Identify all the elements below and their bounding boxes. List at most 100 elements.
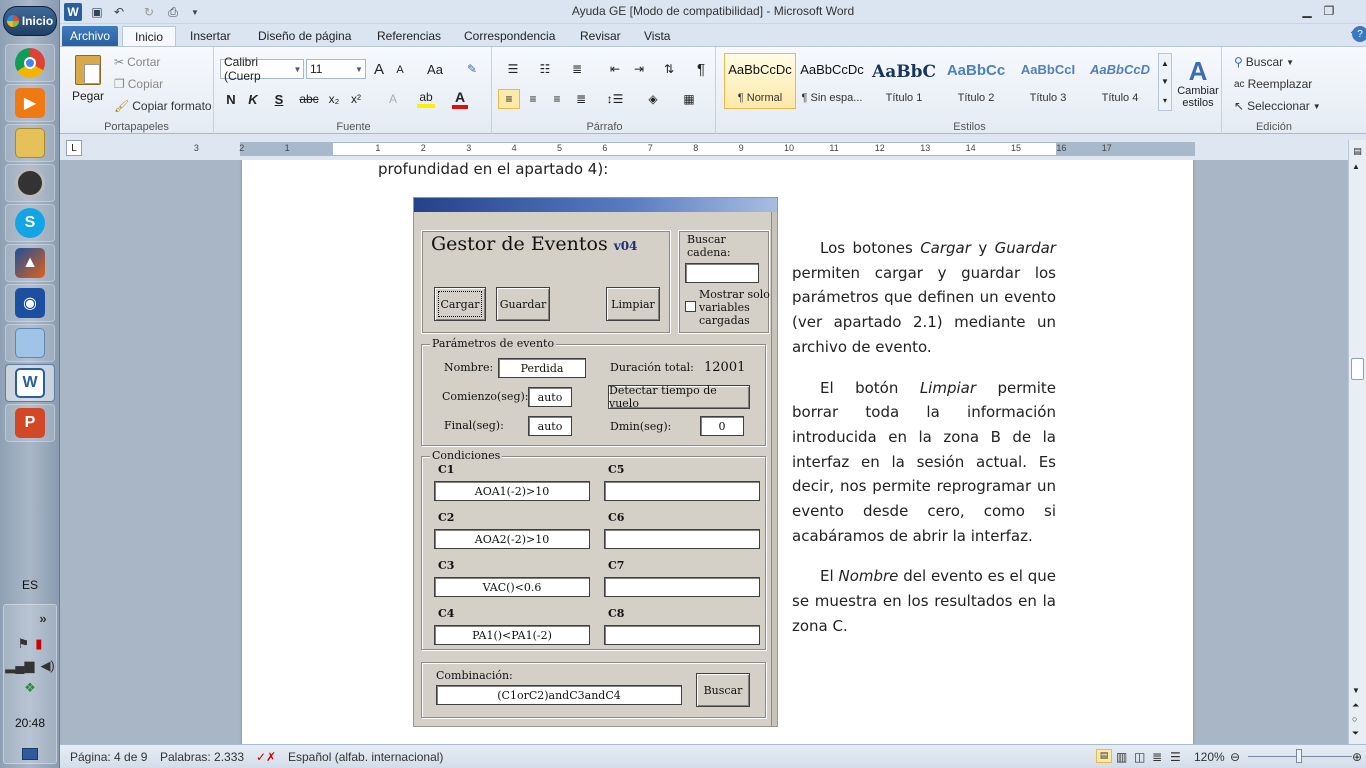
subscript-button[interactable]: x₂ <box>324 89 344 109</box>
dmin-input[interactable]: 0 <box>700 416 744 436</box>
numbering-button[interactable]: ☷ <box>530 59 560 79</box>
condition-input[interactable]: AOA1(-2)>10 <box>434 481 590 501</box>
condition-input[interactable] <box>604 529 760 549</box>
page-count[interactable]: Página: 4 de 9 <box>70 750 147 764</box>
style-no-spacing[interactable]: AaBbCcDc ¶ Sin espa... <box>796 53 868 109</box>
sort-button[interactable]: ⇅ <box>658 59 680 79</box>
condition-input[interactable]: VAC()<0.6 <box>434 577 590 597</box>
strikethrough-button[interactable]: abc <box>296 89 322 109</box>
borders-button[interactable]: ▦ <box>674 89 704 109</box>
superscript-button[interactable]: x² <box>346 89 366 109</box>
language-status[interactable]: Español (alfab. internacional) <box>288 750 443 764</box>
taskbar-notes[interactable] <box>5 324 55 362</box>
text-effects-button[interactable]: A <box>380 89 406 109</box>
restore-icon[interactable]: ❐ <box>1318 2 1340 20</box>
line-spacing-button[interactable]: ↕☰ <box>600 89 630 109</box>
italic-button[interactable]: K <box>244 89 262 109</box>
style-heading-3[interactable]: AaBbCcI Título 3 <box>1012 53 1084 109</box>
scroll-down-icon[interactable]: ▼ <box>1352 686 1360 695</box>
shading-button[interactable]: ◈ <box>638 89 668 109</box>
zoom-out-icon[interactable]: ⊖ <box>1230 750 1240 764</box>
show-desktop-icon[interactable] <box>22 748 38 760</box>
guardar-button[interactable]: Guardar <box>496 287 550 321</box>
justify-button[interactable]: ≣ <box>570 89 592 109</box>
zoom-in-icon[interactable]: ⊕ <box>1352 750 1362 764</box>
condition-input[interactable] <box>604 481 760 501</box>
multilevel-list-button[interactable]: ≣ <box>562 59 592 79</box>
taskbar-chrome[interactable] <box>5 44 55 82</box>
vertical-scrollbar[interactable]: ▤ ▲ ▼ ⏶ ○ ⏷ <box>1348 140 1366 744</box>
replace-button[interactable]: ac Reemplazar <box>1234 77 1312 91</box>
condition-input[interactable] <box>604 577 760 597</box>
taskbar-explorer[interactable] <box>5 124 55 162</box>
align-center-button[interactable]: ≡ <box>522 89 544 109</box>
network-icon[interactable]: ▂▄▆ <box>5 658 34 674</box>
bullets-button[interactable]: ☰ <box>498 59 528 79</box>
next-page-icon[interactable]: ⏷ <box>1352 728 1359 739</box>
taskbar-app-round[interactable] <box>5 164 55 202</box>
cargar-button[interactable]: Cargar <box>434 287 486 321</box>
search-input[interactable] <box>685 263 759 283</box>
clear-formatting-button[interactable]: ✎ <box>462 59 482 79</box>
condition-input[interactable]: AOA2(-2)>10 <box>434 529 590 549</box>
name-input[interactable]: Perdida <box>498 358 586 378</box>
tray-expand-button[interactable]: » <box>39 611 46 626</box>
font-family-combo[interactable]: Calibri (Cuerp ▼ <box>220 55 304 83</box>
grow-font-button[interactable]: A <box>370 60 388 78</box>
paste-button[interactable]: Pegar <box>68 51 108 107</box>
print-layout-view-icon[interactable]: ▤ <box>1096 749 1112 763</box>
underline-button[interactable]: S <box>266 89 292 109</box>
start-input[interactable]: auto <box>528 387 572 407</box>
end-input[interactable]: auto <box>528 416 572 436</box>
condition-input[interactable]: PA1()<PA1(-2) <box>434 625 590 645</box>
tab-vista[interactable]: Vista <box>638 26 676 46</box>
font-size-combo[interactable]: 11 ▼ <box>306 59 366 79</box>
style-heading-2[interactable]: AaBbCc Título 2 <box>940 53 1012 109</box>
show-marks-button[interactable]: ¶ <box>690 59 712 79</box>
format-painter-button[interactable]: 🖌 Copiar formato <box>114 99 212 113</box>
taskbar-word[interactable]: W <box>5 364 55 402</box>
clock[interactable]: 20:48 <box>0 716 60 730</box>
start-button[interactable]: Inicio <box>3 6 57 36</box>
styles-gallery-scroll[interactable]: ▲ ▼ ▾ <box>1158 53 1172 111</box>
taskbar-matlab[interactable]: ▲ <box>5 244 55 282</box>
power-icon[interactable]: ▮ <box>35 636 42 652</box>
buscar-button[interactable]: Buscar <box>696 673 750 707</box>
draft-view-icon[interactable]: ☰ <box>1170 750 1181 764</box>
flag-icon[interactable]: ⚑ <box>18 636 30 652</box>
style-heading-4[interactable]: AaBbCcD Título 4 <box>1084 53 1156 109</box>
tab-insertar[interactable]: Insertar <box>184 26 237 46</box>
taskbar-windows-media-center[interactable]: ◉ <box>5 284 55 322</box>
document-page[interactable]: profundidad en el apartado 4): Gestor de… <box>242 160 1193 744</box>
taskbar-skype[interactable]: S <box>5 204 55 242</box>
limpiar-button[interactable]: Limpiar <box>606 287 660 321</box>
tab-diseno-pagina[interactable]: Diseño de página <box>252 26 357 46</box>
tab-inicio[interactable]: Inicio <box>122 26 176 46</box>
horizontal-ruler[interactable]: 3 2 1 1 2 3 4 5 6 7 8 9 10 11 12 13 14 15 16 17 <box>194 142 1195 156</box>
align-left-button[interactable]: ≡ <box>498 89 520 109</box>
tab-correspondencia[interactable]: Correspondencia <box>458 26 561 46</box>
web-layout-view-icon[interactable]: ◫ <box>1134 750 1145 764</box>
shrink-font-button[interactable]: A <box>392 62 408 78</box>
tab-selector[interactable]: L <box>66 140 82 156</box>
help-icon[interactable]: ? <box>1352 26 1366 42</box>
outline-view-icon[interactable]: ≣ <box>1152 750 1162 764</box>
font-color-button[interactable]: A <box>446 89 474 109</box>
browse-object-icon[interactable]: ○ <box>1352 714 1357 724</box>
select-button[interactable]: ↖ Seleccionar ▼ <box>1234 99 1321 113</box>
previous-page-icon[interactable]: ⏶ <box>1352 700 1359 711</box>
increase-indent-button[interactable]: ⇥ <box>628 59 650 79</box>
full-screen-view-icon[interactable]: ▥ <box>1116 750 1127 764</box>
language-indicator[interactable]: ES <box>0 578 60 592</box>
combination-input[interactable]: (C1orC2)andC3andC4 <box>436 685 682 705</box>
zoom-slider-thumb[interactable] <box>1296 749 1302 763</box>
style-heading-1[interactable]: AaBbC Título 1 <box>868 53 940 109</box>
proofing-icon[interactable]: ✓✗ <box>256 750 276 764</box>
decrease-indent-button[interactable]: ⇤ <box>604 59 626 79</box>
word-count[interactable]: Palabras: 2.333 <box>160 750 244 764</box>
volume-icon[interactable]: ◀) <box>40 658 54 674</box>
taskbar-powerpoint[interactable]: P <box>5 404 55 442</box>
find-button[interactable]: ⚲ Buscar ▼ <box>1234 55 1294 69</box>
bold-button[interactable]: N <box>222 89 240 109</box>
change-styles-button[interactable]: A Cambiar estilos <box>1174 51 1222 115</box>
